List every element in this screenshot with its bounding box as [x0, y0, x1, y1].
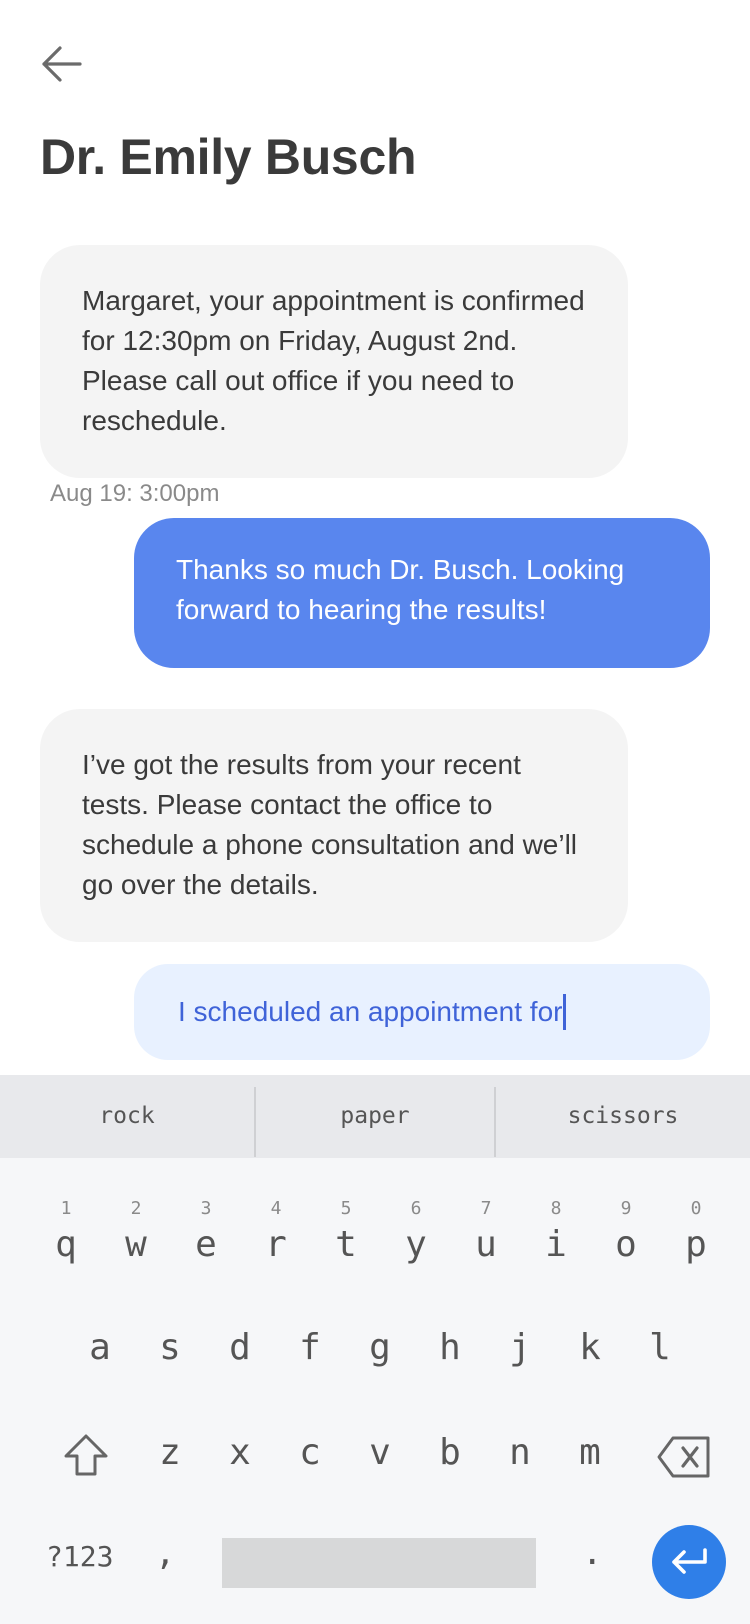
suggestion-item[interactable]: paper	[256, 1075, 494, 1158]
key-label: j	[509, 1327, 531, 1368]
suggestion-strip: rock paper scissors	[0, 1075, 750, 1158]
key-hint: 1	[60, 1198, 72, 1219]
key-l[interactable]: l	[625, 1327, 695, 1411]
key-y[interactable]: 6y	[381, 1198, 451, 1282]
key-x[interactable]: x	[205, 1432, 275, 1516]
key-label: o	[615, 1224, 637, 1265]
comma-key[interactable]: ,	[155, 1533, 175, 1573]
key-w[interactable]: 2w	[101, 1198, 171, 1282]
backspace-key[interactable]	[655, 1433, 713, 1481]
key-g[interactable]: g	[345, 1327, 415, 1411]
key-v[interactable]: v	[345, 1432, 415, 1516]
key-label: k	[579, 1327, 601, 1368]
on-screen-keyboard: rock paper scissors 1q 2w 3e 4r 5t 6y 7u…	[0, 1075, 750, 1624]
key-label: a	[89, 1327, 111, 1368]
message-timestamp: Aug 19: 3:00pm	[50, 480, 220, 507]
message-text: I’ve got the results from your recent te…	[82, 749, 578, 900]
key-j[interactable]: j	[485, 1327, 555, 1411]
space-key[interactable]	[222, 1538, 536, 1588]
key-z[interactable]: z	[135, 1432, 205, 1516]
key-hint: 0	[690, 1198, 702, 1219]
enter-key[interactable]	[652, 1525, 726, 1599]
back-button[interactable]	[38, 40, 86, 88]
key-hint: 4	[270, 1198, 282, 1219]
message-bubble-outgoing: Thanks so much Dr. Busch. Looking forwar…	[134, 518, 710, 668]
key-label: y	[405, 1224, 427, 1265]
key-m[interactable]: m	[555, 1432, 625, 1516]
key-s[interactable]: s	[135, 1327, 205, 1411]
key-p[interactable]: 0p	[661, 1198, 731, 1282]
message-input-text: I scheduled an appointment for	[178, 996, 563, 1027]
message-text: Margaret, your appointment is confirmed …	[82, 285, 585, 436]
key-label: d	[229, 1327, 251, 1368]
key-e[interactable]: 3e	[171, 1198, 241, 1282]
key-label: m	[579, 1432, 601, 1473]
key-label: e	[195, 1224, 217, 1265]
key-label: t	[335, 1224, 357, 1265]
key-f[interactable]: f	[275, 1327, 345, 1411]
key-label: f	[299, 1327, 321, 1368]
key-hint: 6	[410, 1198, 422, 1219]
key-label: i	[545, 1224, 567, 1265]
key-label: x	[229, 1432, 251, 1473]
key-hint: 8	[550, 1198, 562, 1219]
key-t[interactable]: 5t	[311, 1198, 381, 1282]
key-label: r	[265, 1224, 287, 1265]
key-label: l	[649, 1327, 671, 1368]
suggestion-item[interactable]: rock	[0, 1075, 254, 1158]
shift-key[interactable]	[60, 1430, 112, 1482]
key-hint: 9	[620, 1198, 632, 1219]
page-title: Dr. Emily Busch	[40, 129, 417, 185]
key-u[interactable]: 7u	[451, 1198, 521, 1282]
key-hint: 5	[340, 1198, 352, 1219]
period-key[interactable]: .	[582, 1533, 602, 1573]
key-label: s	[159, 1327, 181, 1368]
key-a[interactable]: a	[65, 1327, 135, 1411]
key-r[interactable]: 4r	[241, 1198, 311, 1282]
key-k[interactable]: k	[555, 1327, 625, 1411]
key-label: p	[685, 1224, 707, 1265]
key-label: g	[369, 1327, 391, 1368]
shift-icon	[64, 1434, 108, 1476]
key-hint: 7	[480, 1198, 492, 1219]
key-q[interactable]: 1q	[31, 1198, 101, 1282]
message-bubble-incoming: Margaret, your appointment is confirmed …	[40, 245, 628, 478]
key-n[interactable]: n	[485, 1432, 555, 1516]
key-h[interactable]: h	[415, 1327, 485, 1411]
key-label: q	[55, 1224, 77, 1265]
key-label: h	[439, 1327, 461, 1368]
key-hint: 3	[200, 1198, 212, 1219]
key-label: n	[509, 1432, 531, 1473]
message-input[interactable]: I scheduled an appointment for	[134, 964, 710, 1060]
backspace-icon	[657, 1436, 710, 1478]
enter-icon	[672, 1548, 707, 1574]
key-label: u	[475, 1224, 497, 1265]
arrow-left-icon	[42, 46, 82, 82]
text-cursor	[563, 994, 567, 1030]
suggestion-item[interactable]: scissors	[496, 1075, 750, 1158]
key-label: z	[159, 1432, 181, 1473]
message-bubble-incoming: I’ve got the results from your recent te…	[40, 709, 628, 942]
key-i[interactable]: 8i	[521, 1198, 591, 1282]
symbols-key[interactable]: ?123	[46, 1540, 113, 1573]
key-o[interactable]: 9o	[591, 1198, 661, 1282]
key-label: b	[439, 1432, 461, 1473]
key-label: w	[125, 1224, 147, 1265]
message-text: Thanks so much Dr. Busch. Looking forwar…	[176, 554, 625, 625]
key-label: c	[299, 1432, 321, 1473]
key-label: v	[369, 1432, 391, 1473]
key-hint: 2	[130, 1198, 142, 1219]
key-d[interactable]: d	[205, 1327, 275, 1411]
key-b[interactable]: b	[415, 1432, 485, 1516]
key-c[interactable]: c	[275, 1432, 345, 1516]
